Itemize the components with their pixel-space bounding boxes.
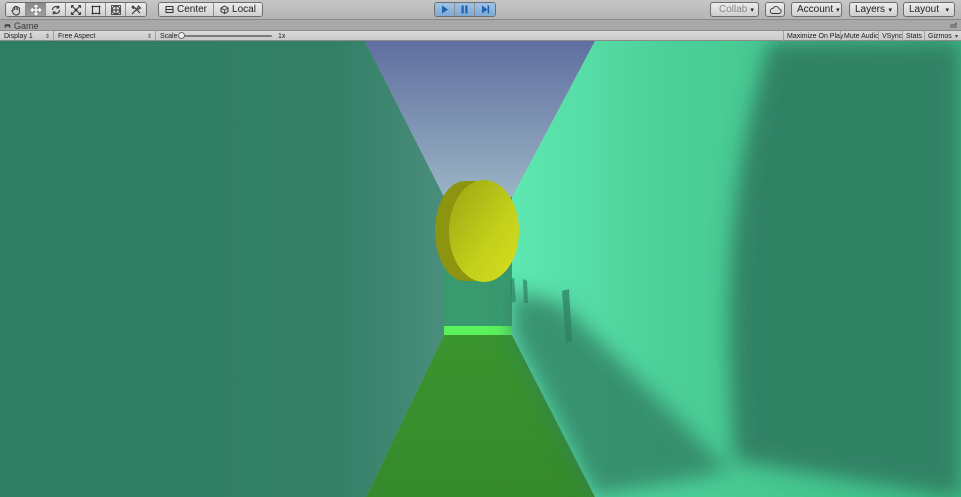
scale-label-text: Scale (160, 32, 178, 40)
move-icon (30, 4, 41, 15)
pivot-center-label: Center (177, 4, 208, 15)
tab-game[interactable]: Game (4, 20, 39, 31)
vsync-label: VSync (882, 32, 903, 40)
coin (435, 180, 519, 282)
chevron-down-icon: ▾ (888, 6, 892, 14)
game-controller-icon (4, 24, 11, 28)
cloud-services-button[interactable] (765, 2, 785, 17)
step-icon (481, 5, 489, 14)
account-label: Account (797, 4, 834, 15)
pivot-local-icon (220, 5, 229, 14)
maximize-on-play-toggle[interactable]: Maximize On Play (783, 31, 846, 41)
pivot-toggle-group: Center Local (158, 2, 263, 17)
layers-label: Layers (855, 4, 886, 15)
main-toolbar: Center Local Collab ▾ Account ▾ Layers ▾… (0, 0, 961, 20)
pivot-center-icon (165, 6, 174, 13)
playback-controls (434, 2, 496, 17)
stats-label: Stats (906, 32, 922, 40)
game-tab-title: Game (14, 20, 39, 31)
game-view-control-bar: Display 1 ⇕ Free Aspect ⇕ Scale 1x Maxim… (0, 31, 961, 41)
display-select[interactable]: Display 1 ⇕ (0, 31, 54, 41)
pause-button[interactable] (455, 3, 475, 16)
maximize-on-play-label: Maximize On Play (787, 32, 844, 40)
mute-audio-toggle[interactable]: Mute Audio (840, 31, 882, 41)
chevron-down-icon: ▾ (836, 6, 840, 14)
move-tool-button[interactable] (26, 3, 46, 16)
play-icon (442, 5, 448, 14)
account-dropdown[interactable]: Account ▾ (791, 2, 842, 17)
pivot-local-button[interactable]: Local (214, 3, 262, 16)
game-tab-bar: Game (0, 20, 961, 31)
collab-label: Collab (719, 4, 748, 15)
aspect-select-value: Free Aspect (58, 32, 96, 40)
game-scene (0, 41, 961, 497)
custom-tool-button[interactable] (126, 3, 146, 16)
rect-tool-button[interactable] (86, 3, 106, 16)
chevron-down-icon: ▾ (954, 33, 958, 40)
mute-audio-label: Mute Audio (844, 32, 880, 40)
transform-icon (110, 4, 121, 15)
pause-icon (461, 5, 468, 14)
gizmos-dropdown[interactable]: Gizmos ▾ (924, 31, 961, 41)
pivot-center-button[interactable]: Center (159, 3, 215, 16)
select-arrows-icon: ⇕ (146, 33, 152, 40)
pivot-local-label: Local (232, 4, 256, 15)
transform-tool-group (5, 2, 147, 17)
gizmos-label: Gizmos (928, 32, 952, 40)
custom-tools-icon (131, 4, 142, 14)
select-arrows-icon: ⇕ (44, 33, 50, 40)
step-button[interactable] (475, 3, 495, 16)
far-floor-strip (444, 326, 512, 335)
rect-icon (91, 5, 100, 14)
rotate-icon (51, 5, 60, 14)
hand-icon (10, 5, 20, 15)
rotate-tool-button[interactable] (46, 3, 66, 16)
tab-menu-icon (950, 22, 958, 28)
collab-dropdown[interactable]: Collab ▾ (710, 2, 759, 17)
scale-value-text: 1x (278, 32, 286, 40)
scale-slider-thumb[interactable] (178, 32, 185, 39)
tab-menu-button[interactable] (949, 21, 958, 29)
left-wall (0, 41, 444, 497)
scale-slider-track[interactable] (181, 35, 272, 37)
transform-tool-button[interactable] (106, 3, 126, 16)
cloud-icon (769, 5, 782, 14)
chevron-down-icon: ▾ (750, 6, 754, 14)
aspect-select[interactable]: Free Aspect ⇕ (54, 31, 156, 41)
scale-label: Scale (156, 31, 180, 41)
play-button[interactable] (435, 3, 455, 16)
hand-tool-button[interactable] (6, 3, 26, 16)
scale-value: 1x (274, 31, 289, 41)
display-select-value: Display 1 (4, 32, 33, 40)
layout-dropdown[interactable]: Layout ▾ (903, 2, 955, 17)
game-viewport[interactable] (0, 41, 961, 497)
layout-label: Layout (909, 4, 940, 15)
scale-tool-button[interactable] (66, 3, 86, 16)
coin-face (449, 180, 519, 282)
stats-toggle[interactable]: Stats (902, 31, 925, 41)
scale-icon (70, 4, 81, 15)
layers-dropdown[interactable]: Layers ▾ (849, 2, 898, 17)
chevron-down-icon: ▾ (945, 6, 949, 14)
